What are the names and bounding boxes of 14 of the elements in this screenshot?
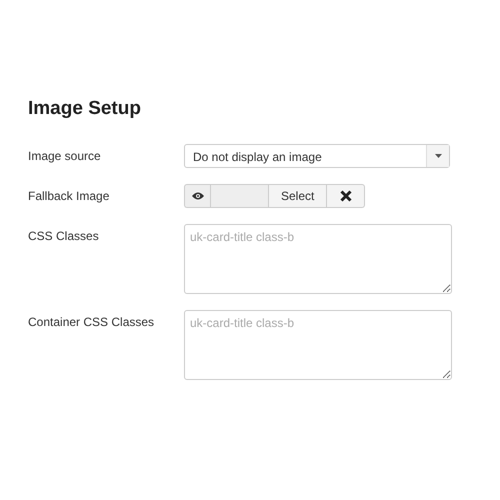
image-path-field[interactable] bbox=[210, 184, 268, 208]
image-source-dropdown[interactable]: Do not display an image bbox=[184, 144, 450, 168]
section-heading: Image Setup bbox=[28, 98, 142, 120]
field-label: CSS Classes bbox=[28, 228, 100, 243]
caret-icon bbox=[434, 154, 442, 158]
field-label: Container CSS Classes bbox=[28, 314, 156, 329]
field-label: Fallback Image bbox=[28, 188, 110, 203]
eye-icon[interactable] bbox=[192, 192, 204, 200]
css-classes-field[interactable]: uk-card-title class-b bbox=[184, 224, 452, 294]
close-icon bbox=[340, 190, 352, 202]
css-classes-field[interactable]: uk-card-title class-b bbox=[184, 310, 452, 380]
clear-button[interactable] bbox=[327, 184, 366, 208]
field-label: Image source bbox=[28, 148, 102, 163]
select-button[interactable]: Select bbox=[268, 184, 328, 208]
